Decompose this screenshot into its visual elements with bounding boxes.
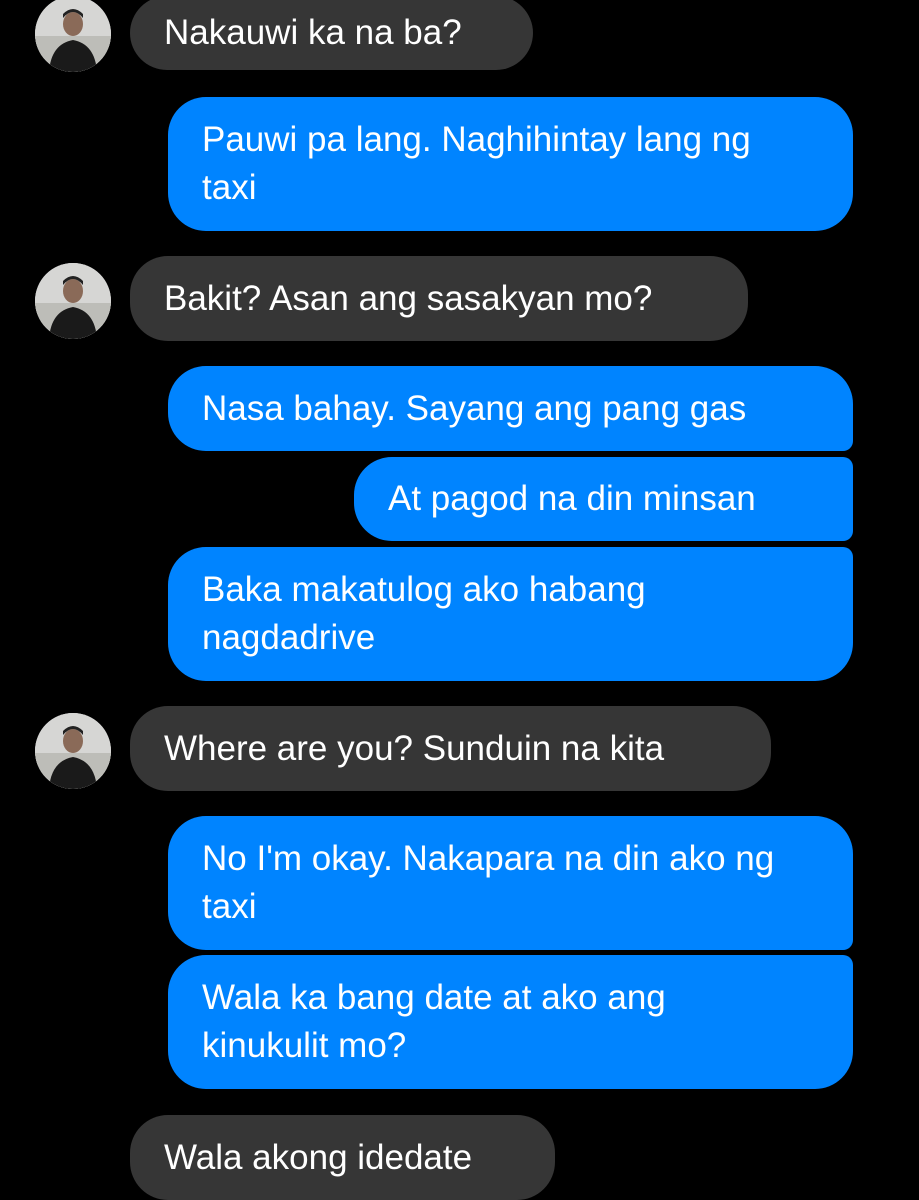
sent-message[interactable]: Wala ka bang date at ako ang kinukulit m… <box>168 955 853 1089</box>
sent-message[interactable]: Pauwi pa lang. Naghihintay lang ng taxi <box>168 97 853 231</box>
sent-message[interactable]: At pagod na din minsan <box>354 457 853 541</box>
received-message[interactable]: Bakit? Asan ang sasakyan mo? <box>130 256 748 341</box>
contact-avatar[interactable] <box>35 0 111 72</box>
received-message[interactable]: Wala akong idedate <box>130 1115 555 1200</box>
message-text: No I'm okay. Nakapara na din ako ng taxi <box>202 839 775 926</box>
contact-avatar[interactable] <box>35 263 111 339</box>
contact-avatar-icon <box>35 0 111 72</box>
message-text: Wala akong idedate <box>164 1137 473 1177</box>
contact-avatar-icon <box>35 263 111 339</box>
contact-avatar-icon <box>35 713 111 789</box>
sent-message[interactable]: No I'm okay. Nakapara na din ako ng taxi <box>168 816 853 950</box>
message-text: Nakauwi ka na ba? <box>164 13 462 52</box>
message-text: Where are you? Sunduin na kita <box>164 728 665 768</box>
message-text: Bakit? Asan ang sasakyan mo? <box>164 278 653 318</box>
message-text: Wala ka bang date at ako ang kinukulit m… <box>202 978 666 1065</box>
received-message[interactable]: Nakauwi ka na ba? <box>130 0 533 70</box>
contact-avatar[interactable] <box>35 713 111 789</box>
message-text: Baka makatulog ako habang nagdadrive <box>202 570 646 657</box>
received-message[interactable]: Where are you? Sunduin na kita <box>130 706 771 791</box>
message-text: Nasa bahay. Sayang ang pang gas <box>202 388 747 428</box>
sent-message[interactable]: Baka makatulog ako habang nagdadrive <box>168 547 853 681</box>
message-text: Pauwi pa lang. Naghihintay lang ng taxi <box>202 120 751 207</box>
sent-message[interactable]: Nasa bahay. Sayang ang pang gas <box>168 366 853 451</box>
message-text: At pagod na din minsan <box>388 479 756 518</box>
